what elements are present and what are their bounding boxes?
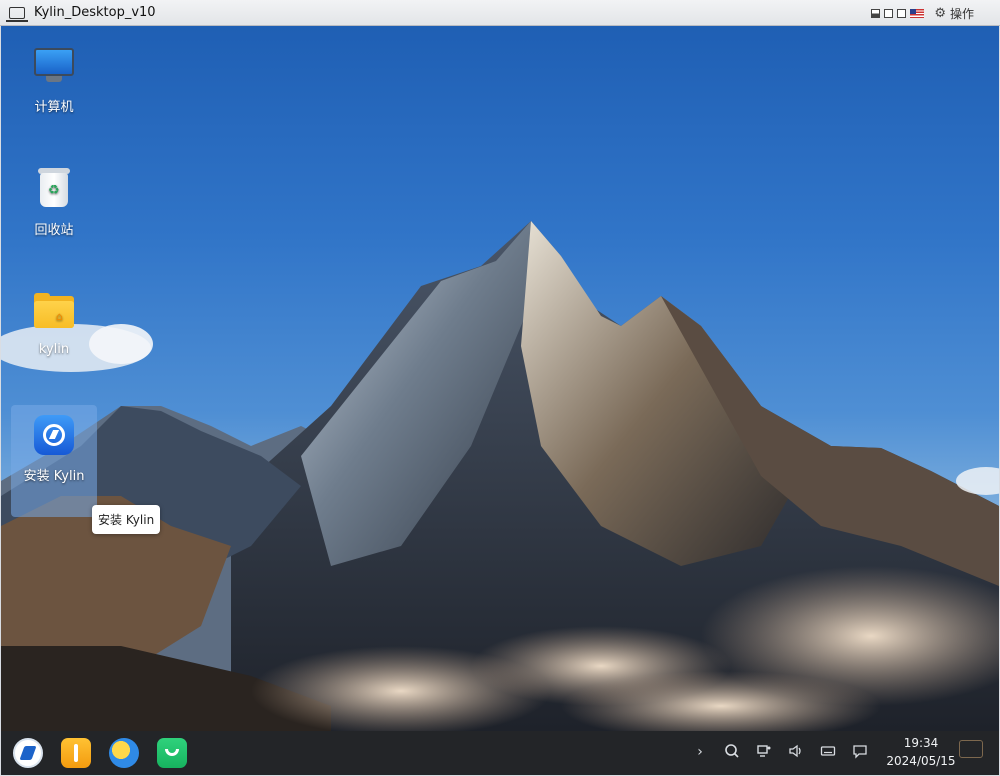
restore-icon[interactable] <box>871 9 881 18</box>
file-manager-icon[interactable] <box>61 738 91 768</box>
network-icon[interactable] <box>755 743 773 761</box>
vm-icon <box>6 6 28 22</box>
chevron-right-icon[interactable]: › <box>691 743 709 761</box>
desktop[interactable]: 计算机 ♻ 回收站 ⌂ kylin 安装 Kylin 安装 Kylin <box>1 26 999 731</box>
watermark-logo <box>959 740 983 758</box>
clock[interactable]: 19:34 2024/05/15 <box>883 734 959 770</box>
vm-window-title: Kylin_Desktop_v10 <box>34 5 156 20</box>
desktop-icon-label: kylin <box>38 342 70 357</box>
home-folder-icon: ⌂ <box>30 288 78 336</box>
software-store-icon[interactable] <box>157 738 187 768</box>
fit-icon[interactable] <box>884 9 894 18</box>
computer-icon <box>30 42 78 90</box>
desktop-icon-home-folder[interactable]: ⌂ kylin <box>11 288 97 378</box>
clock-time: 19:34 <box>903 736 939 750</box>
desktop-icon-computer[interactable]: 计算机 <box>11 42 97 132</box>
start-menu-icon[interactable] <box>13 738 43 768</box>
vm-controls: ⚙ 操作 <box>871 5 974 22</box>
gear-icon[interactable]: ⚙ <box>934 6 946 21</box>
trash-icon: ♻ <box>30 165 78 213</box>
vm-titlebar: Kylin_Desktop_v10 ⚙ 操作 <box>0 0 1000 26</box>
taskbar: › 19:34 2024/05/15 <box>1 731 999 775</box>
flag-us-icon[interactable] <box>910 9 925 18</box>
installer-icon <box>30 411 78 459</box>
ops-menu-button[interactable]: 操作 <box>950 5 974 22</box>
desktop-icon-trash[interactable]: ♻ 回收站 <box>11 165 97 255</box>
keyboard-icon[interactable] <box>819 743 837 761</box>
desktop-icon-label: 计算机 <box>34 100 74 115</box>
wallpaper-mountain <box>1 221 999 731</box>
desktop-icon-installer[interactable]: 安装 Kylin <box>11 405 97 517</box>
clock-date: 2024/05/15 <box>886 754 956 768</box>
taskbar-apps <box>13 738 187 768</box>
desktop-icon-label: 安装 Kylin <box>23 469 85 484</box>
system-tray: › <box>691 743 869 761</box>
browser-icon[interactable] <box>109 738 139 768</box>
search-icon[interactable] <box>723 743 741 761</box>
fullscreen-icon[interactable] <box>897 9 907 18</box>
desktop-icon-label: 回收站 <box>34 223 74 238</box>
tooltip: 安装 Kylin <box>92 505 161 534</box>
volume-icon[interactable] <box>787 743 805 761</box>
notification-icon[interactable] <box>851 743 869 761</box>
